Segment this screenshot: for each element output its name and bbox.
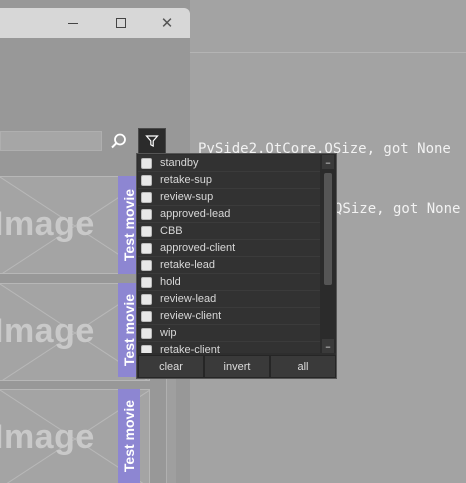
minimize-icon [68,22,78,24]
filter-item-retake-lead[interactable]: retake-lead [138,257,320,274]
invert-button[interactable]: invert [204,355,270,378]
checkbox[interactable] [141,327,152,339]
filter-item-review-client[interactable]: review-client [138,308,320,325]
scroll-up-icon[interactable]: – [322,155,334,169]
filter-item-hold[interactable]: hold [138,274,320,291]
movie-tag-label: Test movie [121,188,137,262]
title-bar: ✕ [0,8,190,38]
checkbox[interactable] [141,208,152,220]
checkbox[interactable] [141,225,152,237]
filter-item-label: retake-client [160,344,220,353]
checkbox[interactable] [141,293,152,305]
movie-tag: Test movie [118,389,140,483]
movie-tag-label: Test movie [121,293,137,367]
checkbox[interactable] [141,174,152,186]
close-button[interactable]: ✕ [144,8,190,38]
filter-button[interactable] [138,128,166,154]
all-button[interactable]: all [270,355,336,378]
checkbox[interactable] [141,276,152,288]
separator-line [190,52,466,53]
maximize-button[interactable] [98,8,144,38]
filter-item-wip[interactable]: wip [138,325,320,342]
minimize-button[interactable] [50,8,96,38]
image-placeholder-text: Image [0,205,95,243]
filter-item-label: approved-client [160,242,236,254]
filter-popup: standby retake-sup review-sup approved-l… [136,153,337,379]
checkbox[interactable] [141,310,152,322]
checkbox[interactable] [141,242,152,254]
scroll-down-icon[interactable]: – [322,339,334,353]
filter-item-retake-client[interactable]: retake-client [138,342,320,353]
filter-icon [145,135,159,147]
checkbox[interactable] [141,259,152,271]
filter-item-label: review-client [160,310,222,322]
close-icon: ✕ [160,14,174,32]
filter-item-cbb[interactable]: CBB [138,223,320,240]
image-placeholder-text: Image [0,418,95,456]
filter-item-label: review-sup [160,191,214,203]
filter-actions: clear invert all [138,355,336,378]
search-input[interactable] [0,131,102,151]
filter-item-review-lead[interactable]: review-lead [138,291,320,308]
maximize-icon [116,18,126,28]
image-placeholder-text: Image [0,312,95,350]
filter-item-label: retake-sup [160,174,212,186]
filter-item-standby[interactable]: standby [138,155,320,172]
status-filter-list: standby retake-sup review-sup approved-l… [138,155,320,353]
checkbox[interactable] [141,157,152,169]
filter-item-approved-client[interactable]: approved-client [138,240,320,257]
filter-item-approved-lead[interactable]: approved-lead [138,206,320,223]
filter-scrollbar[interactable]: – – [320,155,336,353]
search-button[interactable] [106,128,132,154]
filter-item-retake-sup[interactable]: retake-sup [138,172,320,189]
filter-item-label: hold [160,276,181,288]
filter-item-label: review-lead [160,293,217,305]
filter-item-label: approved-lead [160,208,231,220]
scrollbar-thumb[interactable] [324,173,332,285]
filter-item-label: standby [160,157,199,169]
filter-item-label: retake-lead [160,259,216,271]
filter-item-review-sup[interactable]: review-sup [138,189,320,206]
search-icon [111,133,126,149]
movie-tag-label: Test movie [121,399,137,473]
console-line-2: QSize, got None [334,201,461,217]
checkbox[interactable] [141,191,152,203]
filter-item-label: wip [160,327,177,339]
checkbox[interactable] [141,344,152,353]
filter-item-label: CBB [160,225,183,237]
clear-button[interactable]: clear [138,355,204,378]
